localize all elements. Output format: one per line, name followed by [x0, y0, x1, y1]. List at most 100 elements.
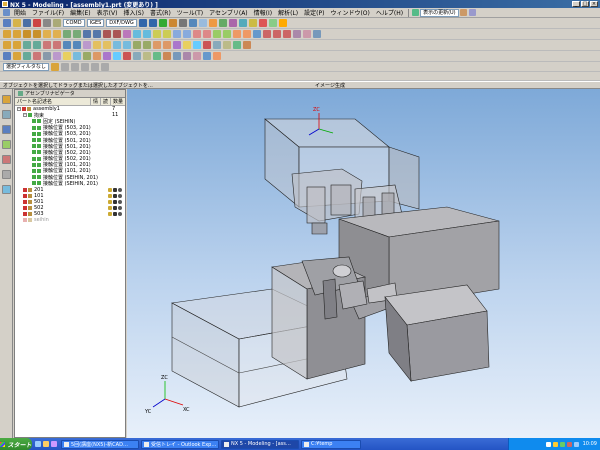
constraint-checkbox[interactable]: [32, 150, 36, 155]
redo-icon[interactable]: [148, 19, 157, 27]
tray-update-icon[interactable]: [566, 441, 572, 447]
task-button-active[interactable]: NX 5 - Modeling - [ass…: [221, 439, 299, 449]
visibility-checkbox[interactable]: [23, 206, 27, 211]
close-button[interactable]: ×: [590, 1, 598, 7]
constraint-checkbox[interactable]: [32, 175, 36, 180]
ie-icon[interactable]: [35, 441, 41, 447]
attribute-icon[interactable]: [223, 41, 231, 49]
hole-icon[interactable]: [63, 30, 71, 38]
spline-icon[interactable]: [293, 30, 301, 38]
sphere-icon[interactable]: [53, 30, 61, 38]
constraint-checkbox[interactable]: [32, 125, 36, 130]
boss-icon[interactable]: [73, 30, 81, 38]
refresh-icon[interactable]: [412, 9, 420, 16]
snap-existing-point-icon[interactable]: [101, 62, 109, 71]
constraint-checkbox[interactable]: [32, 138, 36, 143]
axis-select-icon[interactable]: [143, 52, 151, 60]
constraint-checkbox[interactable]: [32, 168, 36, 173]
sequence-icon[interactable]: [173, 41, 181, 49]
face-select-icon[interactable]: [23, 52, 31, 60]
new-component-icon[interactable]: [103, 41, 111, 49]
system-materials-tab-icon[interactable]: [1, 155, 11, 164]
part-navigator-tab-icon[interactable]: [1, 110, 11, 119]
orient-icon[interactable]: [238, 19, 247, 27]
visibility-checkbox[interactable]: [23, 212, 27, 217]
iges-combo[interactable]: IGES: [86, 19, 105, 27]
cylinder-icon[interactable]: [33, 30, 41, 38]
tray-security-icon[interactable]: [559, 441, 565, 447]
menu-help[interactable]: ヘルプ(H): [373, 8, 406, 17]
curve-select-icon[interactable]: [63, 52, 71, 60]
measure-icon[interactable]: [168, 19, 177, 27]
datum-plane-icon[interactable]: [233, 30, 241, 38]
snap-intersection-icon[interactable]: [91, 62, 99, 71]
highlight-icon[interactable]: [183, 41, 191, 49]
expand-toggle[interactable]: -: [23, 113, 27, 118]
visibility-checkbox[interactable]: [23, 199, 27, 204]
curve-icon[interactable]: [313, 30, 321, 38]
move-feature-icon[interactable]: [23, 41, 31, 49]
mate-component-icon[interactable]: [113, 41, 121, 49]
cam-select-icon[interactable]: [173, 52, 181, 60]
mirror-icon[interactable]: [203, 30, 211, 38]
snap-quadrant-icon[interactable]: [81, 62, 89, 71]
menu-format[interactable]: 書式(R): [147, 8, 174, 17]
history-tab-icon[interactable]: [1, 140, 11, 149]
tray-volume-icon[interactable]: [573, 441, 579, 447]
menu-start[interactable]: 開始: [11, 8, 29, 17]
outlook-icon[interactable]: [51, 441, 57, 447]
grid-icon[interactable]: [268, 19, 277, 27]
datum-axis-icon[interactable]: [243, 30, 251, 38]
menu-tools[interactable]: ツール(T): [174, 8, 206, 17]
visibility-checkbox[interactable]: [23, 193, 27, 198]
visibility-checkbox[interactable]: [23, 187, 27, 192]
block-icon[interactable]: [23, 30, 31, 38]
constraint-checkbox[interactable]: [32, 119, 36, 124]
edit-feature-icon[interactable]: [3, 41, 11, 49]
visibility-checkbox[interactable]: [23, 218, 27, 223]
constraint-checkbox[interactable]: [32, 181, 36, 186]
sheet-select-icon[interactable]: [83, 52, 91, 60]
datum-select-icon[interactable]: [93, 52, 101, 60]
menu-assembly[interactable]: アセンブリ(A): [206, 8, 251, 17]
save-icon[interactable]: [23, 19, 31, 27]
constraint-checkbox[interactable]: [32, 156, 36, 161]
reorder-icon[interactable]: [33, 41, 41, 49]
reposition-icon[interactable]: [123, 41, 131, 49]
view-update-combo[interactable]: 表示の更新(U): [420, 8, 459, 17]
task-button[interactable]: 5回(講座(NX5)-新CAD…: [61, 439, 139, 449]
task-button[interactable]: 受信トレイ - Outlook Exp…: [141, 439, 219, 449]
menu-analysis[interactable]: 解析(L): [275, 8, 301, 17]
desktop-icon[interactable]: [43, 441, 49, 447]
section-icon[interactable]: [193, 41, 201, 49]
point-select-icon[interactable]: [53, 52, 61, 60]
check-icon[interactable]: [158, 19, 167, 27]
sketch-icon[interactable]: [253, 30, 261, 38]
blend-icon[interactable]: [133, 30, 141, 38]
update-icon[interactable]: [73, 41, 81, 49]
menu-info[interactable]: 情報(I): [251, 8, 275, 17]
solid-select-icon[interactable]: [153, 52, 161, 60]
layer-select-icon[interactable]: [193, 52, 201, 60]
feature-select-icon[interactable]: [13, 52, 21, 60]
layer-settings-icon[interactable]: [248, 19, 257, 27]
constraint-checkbox[interactable]: [32, 162, 36, 167]
annotation-select-icon[interactable]: [113, 52, 121, 60]
arc-icon[interactable]: [273, 30, 281, 38]
pad-icon[interactable]: [93, 30, 101, 38]
cut-icon[interactable]: [33, 19, 41, 27]
intersect-icon[interactable]: [123, 30, 131, 38]
unite-icon[interactable]: [103, 30, 111, 38]
show-hide-icon[interactable]: [258, 19, 267, 27]
roles-tab-icon[interactable]: [1, 185, 11, 194]
view-icon[interactable]: [468, 9, 476, 16]
import-combo[interactable]: COMD: [63, 19, 85, 27]
color-select-icon[interactable]: [203, 52, 211, 60]
minimize-button[interactable]: _: [572, 1, 580, 7]
shell-icon[interactable]: [153, 30, 161, 38]
menu-edit[interactable]: 編集(E): [67, 8, 93, 17]
line-icon[interactable]: [263, 30, 271, 38]
edge-select-icon[interactable]: [33, 52, 41, 60]
visibility-checkbox[interactable]: [22, 107, 26, 112]
pin-icon[interactable]: [18, 91, 23, 96]
